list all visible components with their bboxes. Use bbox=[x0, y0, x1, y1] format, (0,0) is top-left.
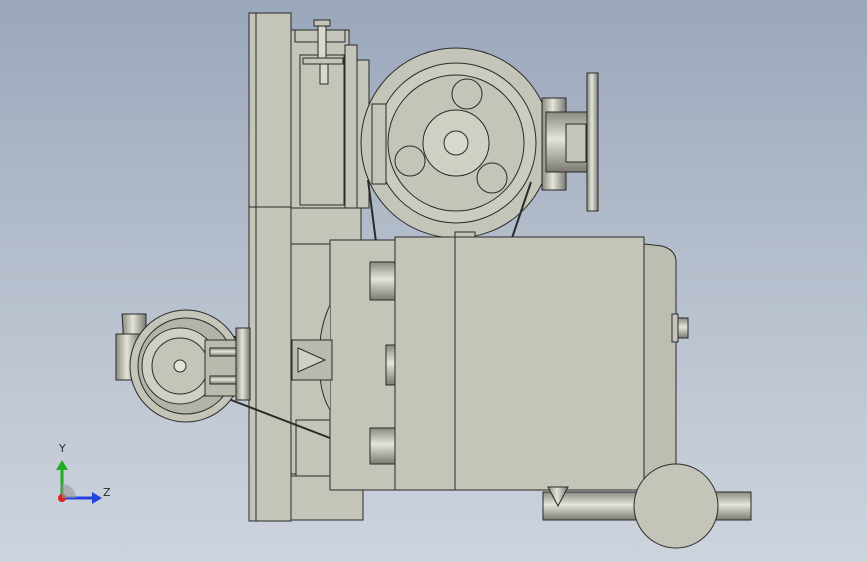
frame-plate bbox=[248, 12, 292, 522]
axis-triad: Y Z bbox=[40, 438, 120, 518]
motor-housing bbox=[394, 236, 689, 491]
small-pulley bbox=[115, 309, 251, 423]
upper-bracket bbox=[290, 19, 370, 211]
model-viewport[interactable]: Y Z bbox=[0, 0, 867, 562]
large-pulley bbox=[360, 47, 552, 243]
axis-label-z: Z bbox=[103, 486, 111, 499]
cad-model[interactable] bbox=[0, 0, 867, 562]
axis-triad-graphic bbox=[56, 460, 102, 504]
upper-shaft bbox=[541, 72, 599, 212]
axis-label-y: Y bbox=[59, 442, 66, 455]
